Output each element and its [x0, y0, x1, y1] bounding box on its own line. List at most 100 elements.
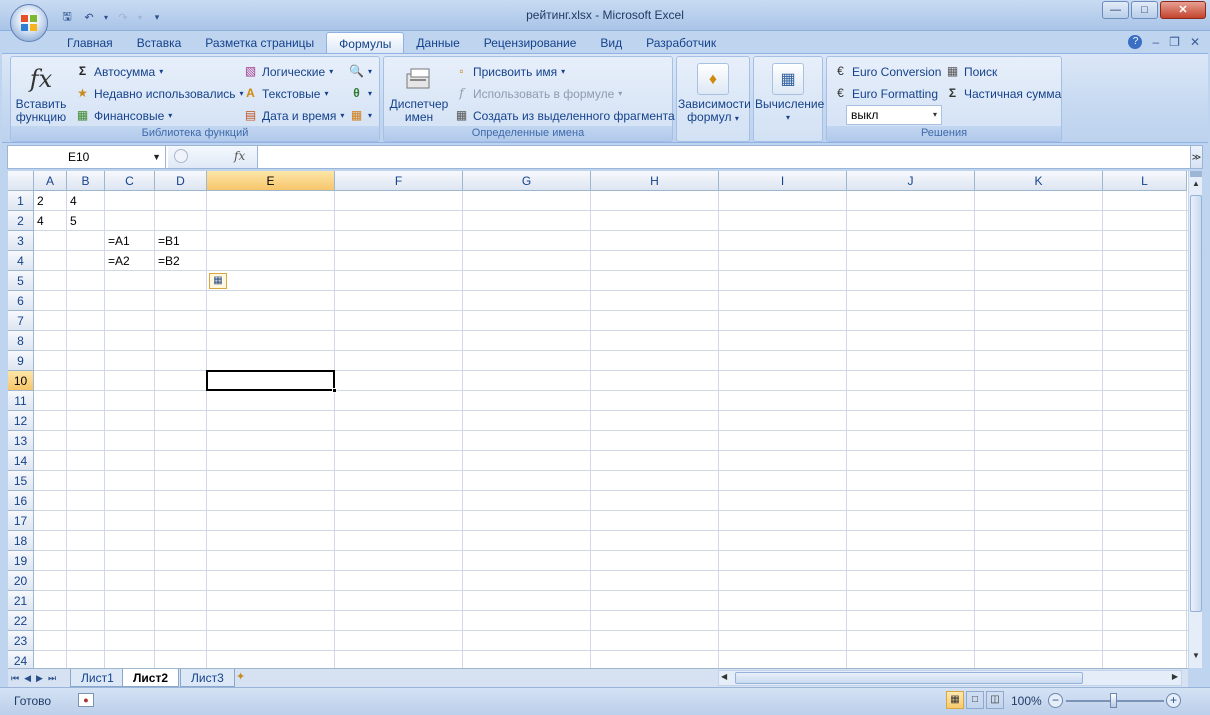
- scroll-up-icon[interactable]: ▲: [1190, 179, 1202, 193]
- column-header-g[interactable]: G: [463, 171, 591, 191]
- office-button[interactable]: [10, 4, 48, 42]
- recently-used-button[interactable]: ★ Недавно использовались ▾: [75, 86, 243, 101]
- expand-formula-bar-icon[interactable]: ≫: [1190, 146, 1202, 168]
- scroll-right-icon[interactable]: ▶: [1172, 672, 1178, 681]
- cell-d3[interactable]: =B1: [155, 231, 207, 251]
- column-header-b[interactable]: B: [67, 171, 105, 191]
- prev-sheet-icon[interactable]: ◀: [24, 673, 31, 684]
- redo-icon[interactable]: ↷: [114, 9, 132, 25]
- row-header-22[interactable]: 22: [8, 611, 34, 631]
- scroll-down-icon[interactable]: ▼: [1190, 651, 1202, 665]
- row-header-11[interactable]: 11: [8, 391, 34, 411]
- zoom-slider-thumb[interactable]: [1110, 693, 1117, 708]
- column-header-h[interactable]: H: [591, 171, 719, 191]
- row-header-12[interactable]: 12: [8, 411, 34, 431]
- column-header-j[interactable]: J: [847, 171, 975, 191]
- workbook-minimize-icon[interactable]: –: [1152, 35, 1159, 49]
- math-trig-button[interactable]: θ ▾: [349, 86, 372, 101]
- column-header-e[interactable]: E: [207, 171, 335, 191]
- name-manager-button[interactable]: Диспетчер имен: [388, 63, 450, 124]
- undo-icon[interactable]: ↶: [80, 9, 98, 25]
- row-header-1[interactable]: 1: [8, 191, 34, 211]
- page-layout-view-icon[interactable]: □: [966, 691, 984, 709]
- tab-page-layout[interactable]: Разметка страницы: [193, 32, 326, 54]
- help-icon[interactable]: ?: [1128, 35, 1143, 49]
- column-header-d[interactable]: D: [155, 171, 207, 191]
- insert-function-button[interactable]: fx Вставить функцию: [15, 63, 67, 124]
- row-header-17[interactable]: 17: [8, 511, 34, 531]
- use-in-formula-button[interactable]: f Использовать в формуле ▾: [454, 86, 622, 101]
- save-icon[interactable]: 🖫: [58, 9, 76, 25]
- chevron-down-icon[interactable]: ▼: [152, 146, 161, 168]
- worksheet-grid[interactable]: A B C D E F G H I J K L 1 2 3 4 5 6 7 8 9 10 11 12 13 14 15 16 17 18 1…: [8, 171, 1188, 668]
- cell-b1[interactable]: 4: [67, 191, 105, 211]
- maximize-button[interactable]: □: [1131, 1, 1158, 19]
- row-header-13[interactable]: 13: [8, 431, 34, 451]
- sheet-tab-3[interactable]: Лист3: [180, 669, 235, 687]
- zoom-out-icon[interactable]: −: [1048, 693, 1063, 708]
- euro-conversion-button[interactable]: € Euro Conversion: [833, 64, 941, 79]
- name-box[interactable]: E10 ▼: [8, 146, 166, 168]
- row-header-24[interactable]: 24: [8, 651, 34, 668]
- date-time-button[interactable]: ▤ Дата и время ▾: [243, 108, 345, 123]
- insert-sheet-icon[interactable]: ✦: [236, 670, 258, 686]
- row-header-9[interactable]: 9: [8, 351, 34, 371]
- row-header-16[interactable]: 16: [8, 491, 34, 511]
- column-header-k[interactable]: K: [975, 171, 1103, 191]
- sheet-tab-1[interactable]: Лист1: [70, 669, 125, 687]
- normal-view-icon[interactable]: ▦: [946, 691, 964, 709]
- insert-function-icon[interactable]: fx: [234, 149, 245, 163]
- tab-data[interactable]: Данные: [404, 32, 471, 54]
- row-header-3[interactable]: 3: [8, 231, 34, 251]
- lookup-reference-button[interactable]: 🔍 ▾: [349, 64, 372, 79]
- scroll-thumb[interactable]: [1190, 195, 1202, 612]
- row-header-8[interactable]: 8: [8, 331, 34, 351]
- tab-home[interactable]: Главная: [55, 32, 125, 54]
- tab-formulas[interactable]: Формулы: [326, 32, 405, 54]
- formula-input[interactable]: [260, 146, 1190, 168]
- euro-format-dropdown[interactable]: выкл ▾: [846, 105, 942, 125]
- undo-dropdown-icon[interactable]: ▾: [102, 9, 110, 25]
- column-header-i[interactable]: I: [719, 171, 847, 191]
- row-header-15[interactable]: 15: [8, 471, 34, 491]
- row-header-14[interactable]: 14: [8, 451, 34, 471]
- row-header-2[interactable]: 2: [8, 211, 34, 231]
- calculation-button[interactable]: ▦ Вычисление ▾: [755, 63, 824, 124]
- column-header-c[interactable]: C: [105, 171, 155, 191]
- sheet-tab-2[interactable]: Лист2: [122, 669, 180, 687]
- next-sheet-icon[interactable]: ▶: [36, 673, 43, 684]
- row-header-6[interactable]: 6: [8, 291, 34, 311]
- customize-qat-icon[interactable]: ▾: [148, 9, 166, 25]
- minimize-button[interactable]: —: [1102, 1, 1129, 19]
- zoom-in-icon[interactable]: +: [1166, 693, 1181, 708]
- tab-review[interactable]: Рецензирование: [472, 32, 589, 54]
- financial-button[interactable]: ▦ Финансовые ▾: [75, 108, 172, 123]
- column-header-a[interactable]: A: [34, 171, 67, 191]
- row-header-20[interactable]: 20: [8, 571, 34, 591]
- row-header-7[interactable]: 7: [8, 311, 34, 331]
- row-header-10[interactable]: 10: [8, 371, 34, 391]
- row-header-23[interactable]: 23: [8, 631, 34, 651]
- workbook-close-icon[interactable]: ✕: [1190, 35, 1200, 49]
- row-header-4[interactable]: 4: [8, 251, 34, 271]
- row-header-21[interactable]: 21: [8, 591, 34, 611]
- lookup-wizard-button[interactable]: ▦ Поиск: [945, 64, 997, 79]
- hscroll-thumb[interactable]: [735, 672, 1083, 684]
- last-sheet-icon[interactable]: ⏭: [48, 673, 56, 684]
- fill-handle[interactable]: [332, 388, 337, 393]
- cell-d4[interactable]: =B2: [155, 251, 207, 271]
- euro-formatting-button[interactable]: € Euro Formatting: [833, 86, 938, 101]
- vertical-scrollbar[interactable]: ▲ ▼: [1188, 171, 1202, 668]
- conditional-sum-button[interactable]: Σ Частичная сумма: [945, 86, 1061, 101]
- cell-c4[interactable]: =A2: [105, 251, 155, 271]
- select-all-corner[interactable]: [8, 171, 34, 191]
- split-box[interactable]: [1190, 171, 1202, 177]
- cell-a1[interactable]: 2: [34, 191, 67, 211]
- tab-developer[interactable]: Разработчик: [634, 32, 728, 54]
- cell-a2[interactable]: 4: [34, 211, 67, 231]
- cell-c3[interactable]: =A1: [105, 231, 155, 251]
- first-sheet-icon[interactable]: ⏮: [11, 673, 19, 684]
- selected-cell-outline[interactable]: [206, 370, 335, 391]
- redo-dropdown-icon[interactable]: ▾: [136, 9, 144, 25]
- row-header-5[interactable]: 5: [8, 271, 34, 291]
